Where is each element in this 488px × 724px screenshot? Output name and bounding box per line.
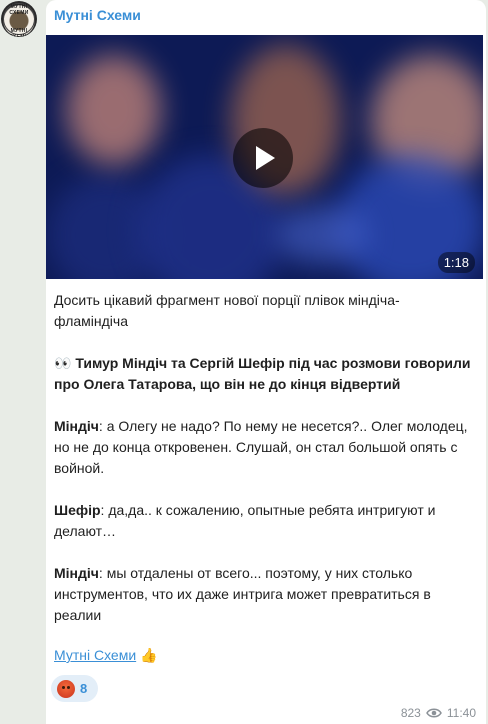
video-blur	[66, 55, 161, 165]
message-text: Досить цікавий фрагмент нової порції плі…	[54, 290, 474, 647]
reaction-count: 8	[80, 681, 88, 696]
quote-line: реалии	[54, 607, 102, 623]
highlight-line: Тимур Міндіч та Сергій Шефір під час роз…	[75, 355, 471, 371]
quote-shefir: Шефір: да,да.. к сожалению, опытные ребя…	[54, 500, 474, 542]
quote-line: войной.	[54, 460, 105, 476]
speaker-name: Міндіч	[54, 418, 99, 434]
quote-line: инструментов, что их даже интрига может …	[54, 586, 431, 602]
quote-line: : мы отдалены от всего... поэтому, у них…	[98, 565, 413, 581]
intro-line: Досить цікавий фрагмент нової порції плі…	[54, 292, 400, 308]
avatar-text-top: МУТНІ СХЕМИ	[9, 4, 29, 16]
channel-name[interactable]: Мутні Схеми	[54, 7, 141, 23]
quote-line: : да,да.. к сожалению, опытные ребята ин…	[100, 502, 436, 518]
reaction-button[interactable]: 8	[51, 675, 98, 702]
timestamp: 11:40	[446, 706, 476, 720]
video-blur	[276, 205, 366, 265]
quote-mindich-1: Міндіч: а Олегу не надо? По нему не несе…	[54, 416, 474, 479]
quote-mindich-2: Міндіч: мы отдалены от всего... поэтому,…	[54, 563, 474, 626]
intro-line: фламіндіча	[54, 313, 128, 329]
channel-avatar[interactable]: МУТНІ СХЕМИ МУТНІ СХЕМИ	[1, 1, 37, 37]
thumbs-up-emoji: 👍	[140, 647, 158, 663]
view-count: 823	[400, 706, 421, 720]
video-duration: 1:18	[437, 252, 475, 273]
quote-line: : а Олегу не надо? По нему не несется?..…	[98, 418, 468, 434]
video-player[interactable]: 1:18	[46, 35, 483, 279]
speaker-name: Міндіч	[54, 565, 99, 581]
play-button[interactable]	[233, 128, 293, 188]
eyes-emoji: 👀	[54, 355, 72, 371]
intro-paragraph: Досить цікавий фрагмент нової порції плі…	[54, 290, 474, 332]
quote-line: но не до конца откровенен. Слушай, он ст…	[54, 439, 458, 455]
angry-face-icon	[57, 679, 75, 698]
channel-link[interactable]: Мутні Схеми	[54, 647, 136, 663]
play-icon	[256, 146, 275, 170]
avatar-text-bottom: МУТНІ СХЕМИ	[9, 28, 29, 37]
highlight-line: про Олега Татарова, що він не до кінця в…	[54, 376, 401, 392]
signature: Мутні Схеми 👍	[54, 647, 157, 664]
highlight-paragraph: 👀 Тимур Міндіч та Сергій Шефір під час р…	[54, 353, 474, 395]
quote-line: делают…	[54, 523, 117, 539]
eye-icon	[425, 708, 442, 718]
speaker-name: Шефір	[54, 502, 101, 518]
message-meta: 823 11:40	[401, 706, 476, 720]
